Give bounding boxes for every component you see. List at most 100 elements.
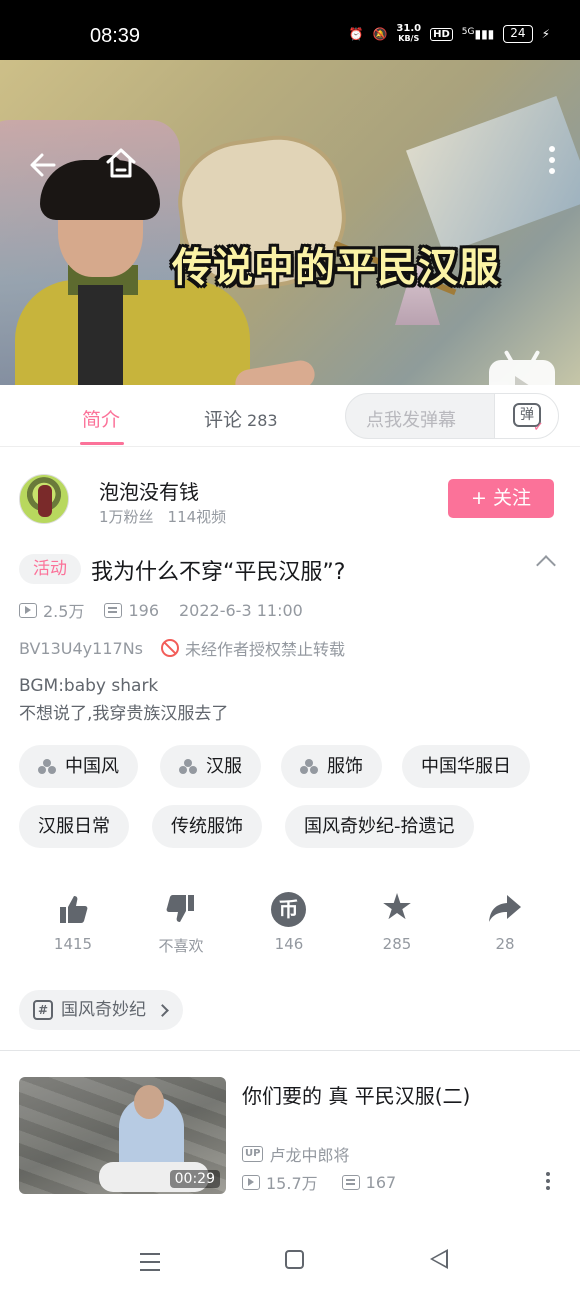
publish-time: 2022-6-3 11:00 xyxy=(179,600,303,620)
coin-button[interactable]: 币 146 xyxy=(249,888,329,953)
activity-tag[interactable]: 活动 xyxy=(19,554,81,584)
bilibili-tv-icon xyxy=(489,360,555,385)
recents-button[interactable] xyxy=(140,1253,160,1277)
signal-icon: 5G▮▮▮ xyxy=(461,27,495,41)
views-icon xyxy=(19,602,37,618)
tab-intro[interactable]: 简介 xyxy=(82,405,120,432)
favorite-count: 285 xyxy=(382,935,412,953)
recommended-video[interactable]: 00:29 你们要的 真 平民汉服(二) UP 卢龙中郎将 15.7万 167 xyxy=(0,1076,580,1196)
system-back-button[interactable] xyxy=(430,1249,448,1269)
recommended-title[interactable]: 你们要的 真 平民汉服(二) xyxy=(242,1080,470,1109)
recommended-views: 15.7万 xyxy=(266,1174,318,1193)
tag-label: 传统服饰 xyxy=(171,816,243,837)
recommended-uploader: UP 卢龙中郎将 xyxy=(242,1142,349,1166)
tag-chip[interactable]: 汉服 xyxy=(160,745,261,788)
author-fans: 1万粉丝 xyxy=(99,508,154,526)
tag-chip[interactable]: 服饰 xyxy=(281,745,382,788)
bvid: BV13U4y117Ns xyxy=(19,638,143,658)
tag-label: 中国华服日 xyxy=(421,756,511,777)
action-bar: 1415 不喜欢 币 146 ★ 285 28 xyxy=(0,888,580,968)
bvid-row: BV13U4y117Ns 未经作者授权禁止转载 xyxy=(19,636,345,660)
topic-icon xyxy=(300,759,318,774)
collection-label: 国风奇妙纪 xyxy=(61,1000,146,1020)
share-count: 28 xyxy=(495,935,515,953)
video-description: BGM:baby shark 不想说了,我穿贵族汉服去了 xyxy=(19,672,228,728)
status-icons: ⏰ 🔕 31.0 KB/S HD 5G▮▮▮ 24 ⚡ xyxy=(349,24,550,44)
recommended-thumbnail[interactable]: 00:29 xyxy=(19,1077,226,1194)
status-bar: 08:39 ⏰ 🔕 31.0 KB/S HD 5G▮▮▮ 24 ⚡ xyxy=(0,0,580,60)
thumbs-down-icon xyxy=(166,895,194,922)
tag-label: 中国风 xyxy=(65,756,119,777)
play-icon xyxy=(515,376,533,385)
chevron-right-icon xyxy=(156,1003,169,1017)
danmaku-toggle-button[interactable]: 弹 ✓ xyxy=(494,394,558,438)
no-repost-icon xyxy=(161,639,179,657)
tag-chip[interactable]: 汉服日常 xyxy=(19,805,129,848)
hd-icon: HD xyxy=(430,27,453,41)
video-scene-person xyxy=(15,280,250,385)
share-icon xyxy=(489,895,521,922)
section-divider xyxy=(0,1050,580,1051)
tab-active-indicator xyxy=(80,442,124,445)
topic-icon xyxy=(38,759,56,774)
check-icon: ✓ xyxy=(533,420,544,435)
thumbs-up-icon xyxy=(60,896,88,923)
coin-icon: 币 xyxy=(271,892,306,927)
tag-label: 汉服 xyxy=(206,756,242,777)
mute-icon: 🔕 xyxy=(372,27,388,41)
favorite-button[interactable]: ★ 285 xyxy=(357,887,437,954)
view-count: 2.5万 xyxy=(43,602,85,621)
bgm-line: BGM:baby shark xyxy=(19,676,159,696)
system-home-button[interactable] xyxy=(285,1250,304,1269)
uploader-name: 卢龙中郎将 xyxy=(269,1146,350,1165)
status-time: 08:39 xyxy=(90,25,141,47)
share-button[interactable]: 28 xyxy=(465,888,545,953)
home-icon xyxy=(106,148,136,178)
avatar[interactable] xyxy=(19,474,69,524)
dislike-button[interactable]: 不喜欢 xyxy=(141,888,221,956)
views-icon xyxy=(242,1174,260,1190)
charging-icon: ⚡ xyxy=(541,27,550,41)
home-button[interactable] xyxy=(104,146,138,186)
topic-icon xyxy=(179,759,197,774)
avatar-figure xyxy=(38,485,52,517)
tab-bar: 简介 评论 283 点我发弹幕 弹 ✓ xyxy=(0,385,580,447)
tag-label: 服饰 xyxy=(327,756,363,777)
author-name[interactable]: 泡泡没有钱 xyxy=(99,476,199,505)
video-scene-inner-robe xyxy=(78,285,123,385)
author-row: 泡泡没有钱 1万粉丝 114视频 + 关注 xyxy=(0,470,580,530)
tag-chip[interactable]: 传统服饰 xyxy=(152,805,262,848)
like-button[interactable]: 1415 xyxy=(33,888,113,953)
tag-chip[interactable]: 中国华服日 xyxy=(402,745,530,788)
tab-comments-label: 评论 xyxy=(204,409,243,431)
danmaku-placeholder: 点我发弹幕 xyxy=(366,410,456,431)
tab-comments[interactable]: 评论 283 xyxy=(204,405,278,432)
star-icon: ★ xyxy=(380,887,414,928)
more-options-button[interactable] xyxy=(544,146,560,179)
dot-icon xyxy=(549,168,555,174)
back-button[interactable] xyxy=(28,150,58,186)
video-player[interactable]: 传说中的平民汉服 xyxy=(0,60,580,385)
follow-button[interactable]: + 关注 xyxy=(448,479,554,518)
chevron-up-icon[interactable] xyxy=(536,555,556,575)
thumbnail-head xyxy=(134,1085,164,1119)
tag-chip[interactable]: 中国风 xyxy=(19,745,138,788)
up-badge-icon: UP xyxy=(242,1146,264,1162)
video-title: 我为什么不穿“平民汉服”? xyxy=(91,560,346,585)
danmaku-input[interactable]: 点我发弹幕 弹 ✓ xyxy=(345,393,559,439)
dot-icon xyxy=(549,157,555,163)
description-text: 不想说了,我穿贵族汉服去了 xyxy=(19,704,229,724)
collection-link[interactable]: # 国风奇妙纪 xyxy=(19,990,183,1030)
author-video-count: 114视频 xyxy=(167,508,227,526)
danmaku-count: 196 xyxy=(128,600,159,620)
danmaku-count-icon xyxy=(341,1174,360,1190)
like-count: 1415 xyxy=(53,935,93,953)
video-duration: 00:29 xyxy=(169,1170,220,1188)
author-stats: 1万粉丝 114视频 xyxy=(99,506,226,527)
recommended-more-button[interactable] xyxy=(546,1172,550,1193)
tag-chip[interactable]: 国风奇妙纪-拾遗记 xyxy=(285,805,474,848)
tag-label: 汉服日常 xyxy=(38,816,110,837)
dislike-label: 不喜欢 xyxy=(158,937,204,955)
network-speed: 31.0 KB/S xyxy=(396,24,421,44)
recommended-danmaku-count: 167 xyxy=(365,1172,397,1192)
